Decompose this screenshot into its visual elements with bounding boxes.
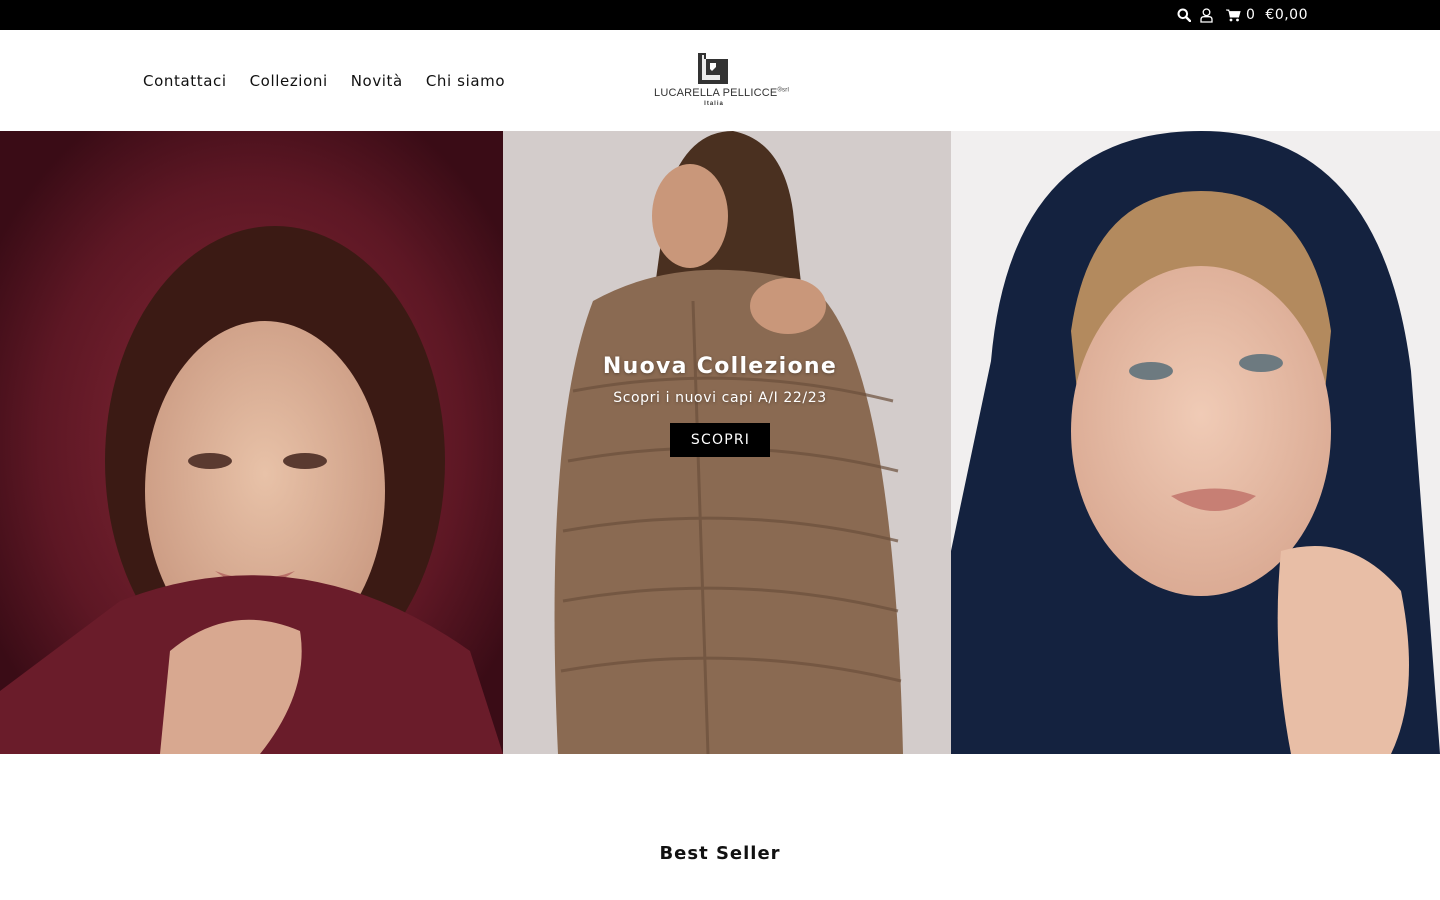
hero-subtitle: Scopri i nuovi capi A/I 22/23 <box>613 390 827 406</box>
header-tools: 0 €0,00 <box>1177 0 1308 30</box>
cart-count: 0 <box>1245 7 1256 23</box>
user-icon[interactable] <box>1200 7 1213 23</box>
logo-subtitle: Italia <box>704 101 724 107</box>
cart-total: €0,00 <box>1265 7 1308 23</box>
site-logo[interactable]: LUCARELLA PELLICCE®srl Italia <box>652 51 792 111</box>
nav-item-collezioni[interactable]: Collezioni <box>250 72 328 90</box>
nav-item-contattaci[interactable]: Contattaci <box>143 72 227 90</box>
logo-suffix: ®srl <box>777 87 789 94</box>
cart-button[interactable]: 0 €0,00 <box>1225 7 1308 23</box>
model-navy-fur-image <box>951 131 1440 754</box>
model-burgundy-fur-image <box>0 131 503 754</box>
cart-icon <box>1225 9 1241 21</box>
site-header: Contattaci Collezioni Novità Chi siamo L… <box>0 30 1440 131</box>
top-bar: 0 €0,00 <box>0 0 1440 30</box>
main-nav: Contattaci Collezioni Novità Chi siamo <box>143 72 528 90</box>
search-icon[interactable] <box>1177 8 1191 22</box>
best-seller-heading: Best Seller <box>659 843 781 864</box>
logo-name: LUCARELLA PELLICCE®srl <box>654 87 789 99</box>
hero-image-right <box>951 131 1440 754</box>
hero-image-left <box>0 131 503 754</box>
hero-caption: Nuova Collezione Scopri i nuovi capi A/I… <box>503 354 937 457</box>
logo-mark-icon <box>698 53 728 84</box>
hero-title: Nuova Collezione <box>602 354 838 379</box>
scopri-button[interactable]: SCOPRI <box>669 423 771 457</box>
nav-item-chi-siamo[interactable]: Chi siamo <box>426 72 505 90</box>
nav-item-novita[interactable]: Novità <box>351 72 403 90</box>
hero-banner[interactable]: Nuova Collezione Scopri i nuovi capi A/I… <box>0 131 1440 754</box>
